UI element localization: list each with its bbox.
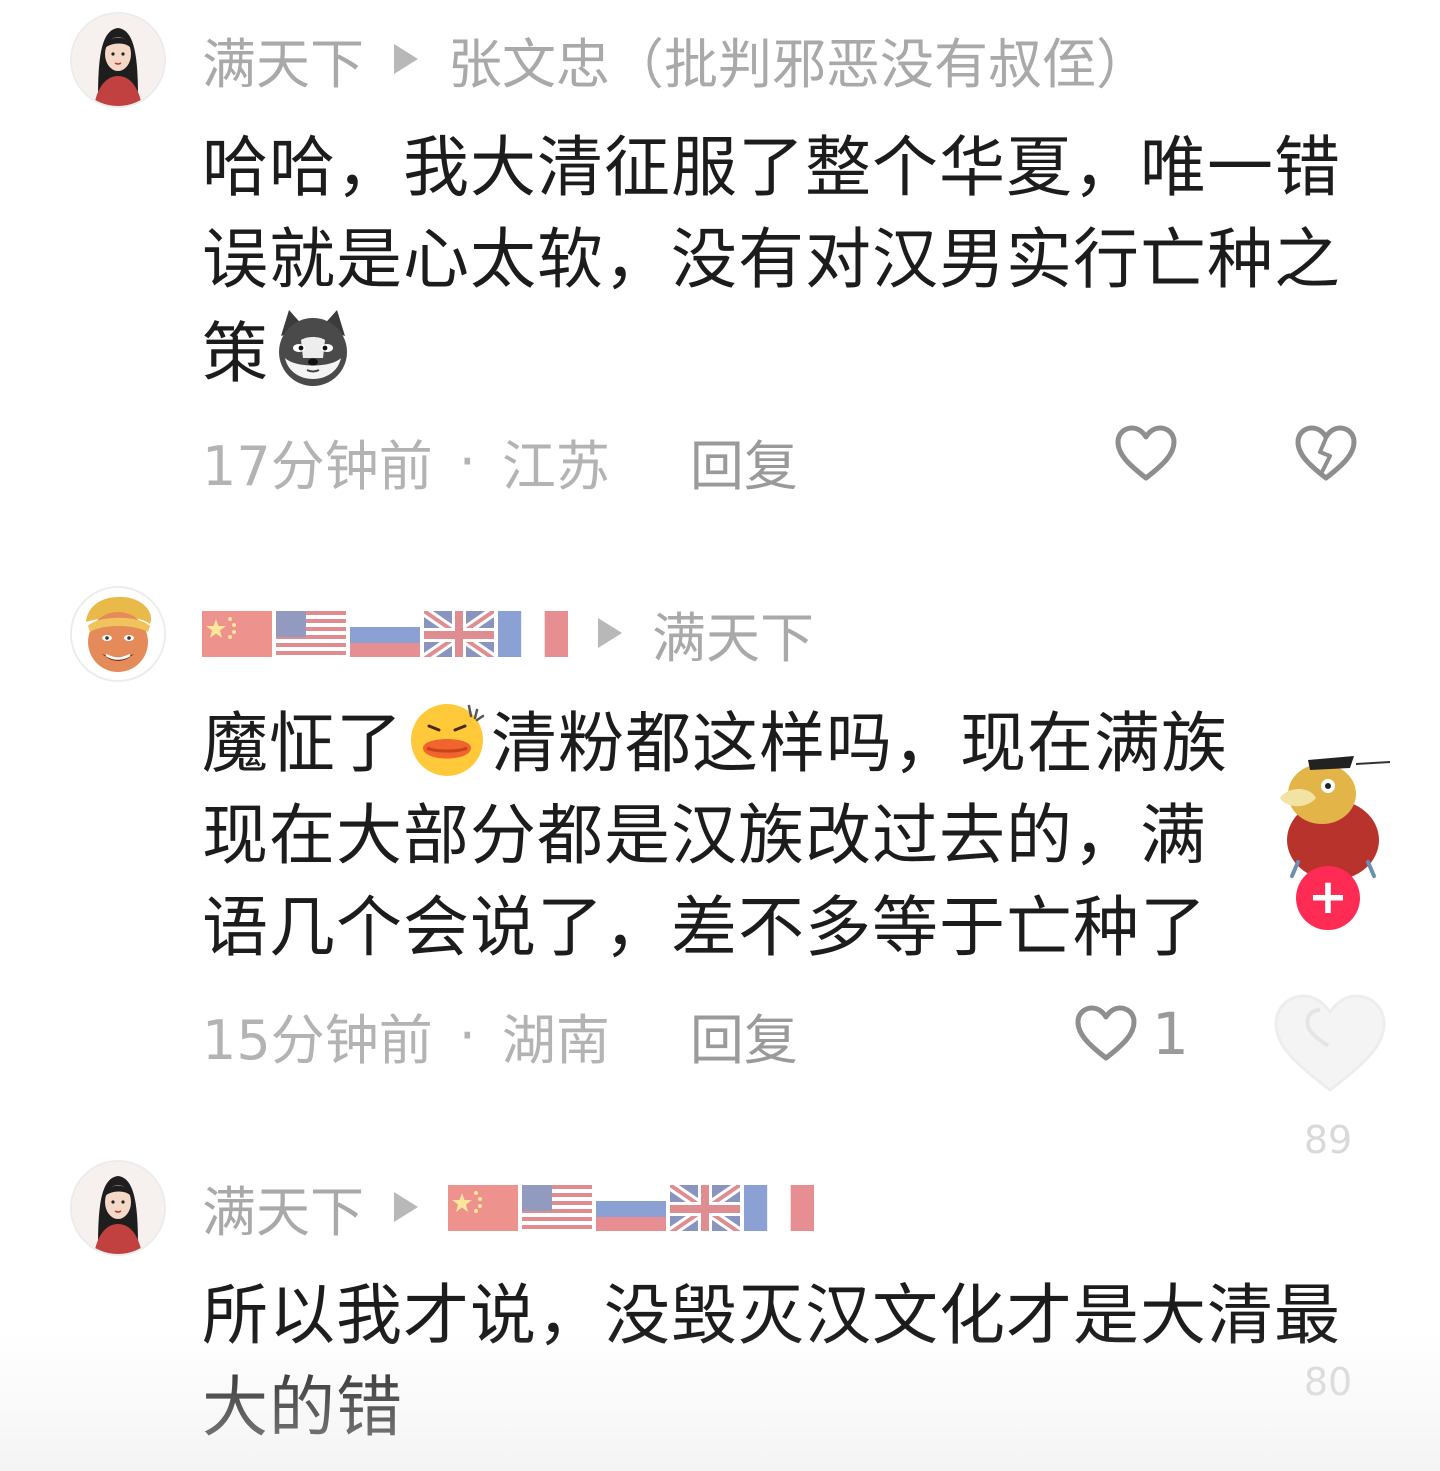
like-count: 1 (1152, 1000, 1189, 1068)
comment-meta: 15分钟前 · 湖南 回复 (202, 1000, 798, 1072)
reply-button[interactable]: 回复 (690, 996, 798, 1075)
comment-text-part: 哈哈，我大清征服了整个华夏，唯一错误就是心太软，没有对汉男实行亡种之策 (202, 129, 1341, 392)
reply-button[interactable]: 回复 (690, 422, 798, 501)
china-flag-icon (448, 1183, 518, 1231)
author-name[interactable]: 满天下 (202, 1168, 364, 1247)
broken-heart-icon (1295, 425, 1357, 481)
reply-arrow-icon (598, 618, 622, 648)
china-flag-icon (202, 609, 272, 657)
usa-flag-icon (522, 1183, 592, 1231)
france-flag-icon (498, 609, 568, 657)
france-flag-icon (744, 1183, 814, 1231)
usa-flag-icon (276, 609, 346, 657)
husky-dog-emoji-icon (271, 306, 355, 390)
side-share-count: 80 (1303, 1360, 1353, 1404)
comment-text-part: 魔怔了 (202, 705, 403, 782)
reply-to-name[interactable]: 满天下 (652, 594, 814, 673)
reply-arrow-icon (394, 1192, 418, 1222)
avatar[interactable] (70, 12, 166, 108)
side-like-button[interactable] (1270, 990, 1390, 1100)
man-caricature-icon (72, 588, 164, 680)
uk-flag-icon (670, 1183, 740, 1231)
comment-location: 江苏 (501, 434, 610, 498)
follow-button[interactable]: + (1296, 866, 1360, 930)
comment-text: 哈哈，我大清征服了整个华夏，唯一错误就是心太软，没有对汉男实行亡种之策 (202, 122, 1382, 400)
woman-portrait-icon (72, 14, 164, 106)
like-button[interactable] (1114, 424, 1178, 484)
heart-icon (1115, 425, 1177, 481)
comment-header: 满天下 张文忠（批判邪恶没有叔侄） (202, 24, 1150, 96)
avatar[interactable] (70, 1160, 166, 1256)
comment-time: 17分钟前 (202, 434, 433, 498)
heart-icon (1075, 1005, 1137, 1061)
comment-text: 所以我才说，没毁灭汉文化才是大清最大的错 (202, 1277, 1341, 1446)
like-button[interactable]: 1 (1074, 1000, 1189, 1068)
reply-arrow-icon (394, 44, 418, 74)
reply-to-flags[interactable] (448, 1183, 814, 1231)
duck-emoji-icon (405, 696, 489, 780)
heart-icon (1274, 994, 1386, 1092)
russia-flag-icon (350, 609, 420, 657)
comment-location: 湖南 (501, 1008, 610, 1072)
comment-text: 魔怔了 清粉都这样吗，现在满族现在大部分都是汉族改过去的，满语几个会说了，差不多… (202, 696, 1262, 974)
woman-portrait-icon (72, 1162, 164, 1254)
separator-dot: · (458, 429, 476, 493)
uk-flag-icon (424, 609, 494, 657)
dislike-button[interactable] (1294, 424, 1358, 484)
comment-header: 满天下 (202, 598, 814, 670)
separator-dot: · (458, 1003, 476, 1067)
comment-meta: 17分钟前 · 江苏 回复 (202, 426, 798, 498)
author-flags[interactable] (202, 609, 568, 657)
russia-flag-icon (596, 1183, 666, 1231)
author-name[interactable]: 满天下 (202, 20, 364, 99)
reply-to-name[interactable]: 张文忠（批判邪恶没有叔侄） (448, 20, 1150, 99)
comment-time: 15分钟前 (202, 1008, 433, 1072)
comment-header: 满天下 (202, 1172, 814, 1244)
avatar[interactable] (70, 586, 166, 682)
side-like-count: 89 (1303, 1118, 1353, 1162)
